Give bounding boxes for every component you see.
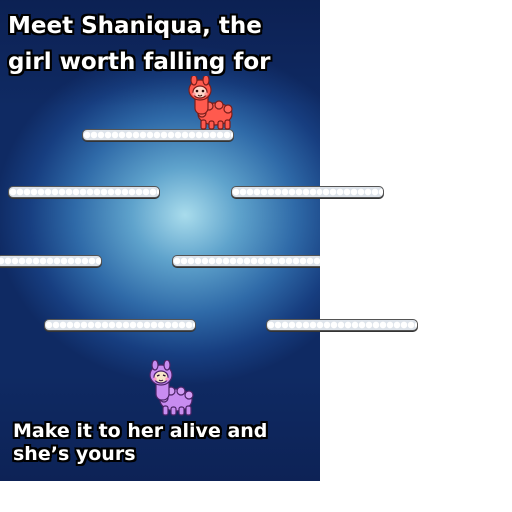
cloud-platform [0,255,102,267]
cloud-platform [82,129,234,141]
cloud-platform [320,319,418,331]
game-canvas[interactable]: Meet Shaniqua, the girl worth falling fo… [0,0,320,481]
purple-alpaca-icon[interactable] [149,360,195,416]
game-stage: Meet Shaniqua, the girl worth falling fo… [0,0,512,512]
cloud-platform [320,186,384,198]
cloud-platform [172,255,320,267]
cloud-platform [8,186,160,198]
game-headline: Meet Shaniqua, the girl worth falling fo… [8,13,271,75]
game-instruction: Make it to her alive and she’s yours [13,420,268,465]
red-alpaca-icon [188,76,233,130]
cloud-platform [266,319,320,331]
offscreen-area [320,0,512,481]
cloud-platform [231,186,320,198]
cloud-platform [44,319,196,331]
